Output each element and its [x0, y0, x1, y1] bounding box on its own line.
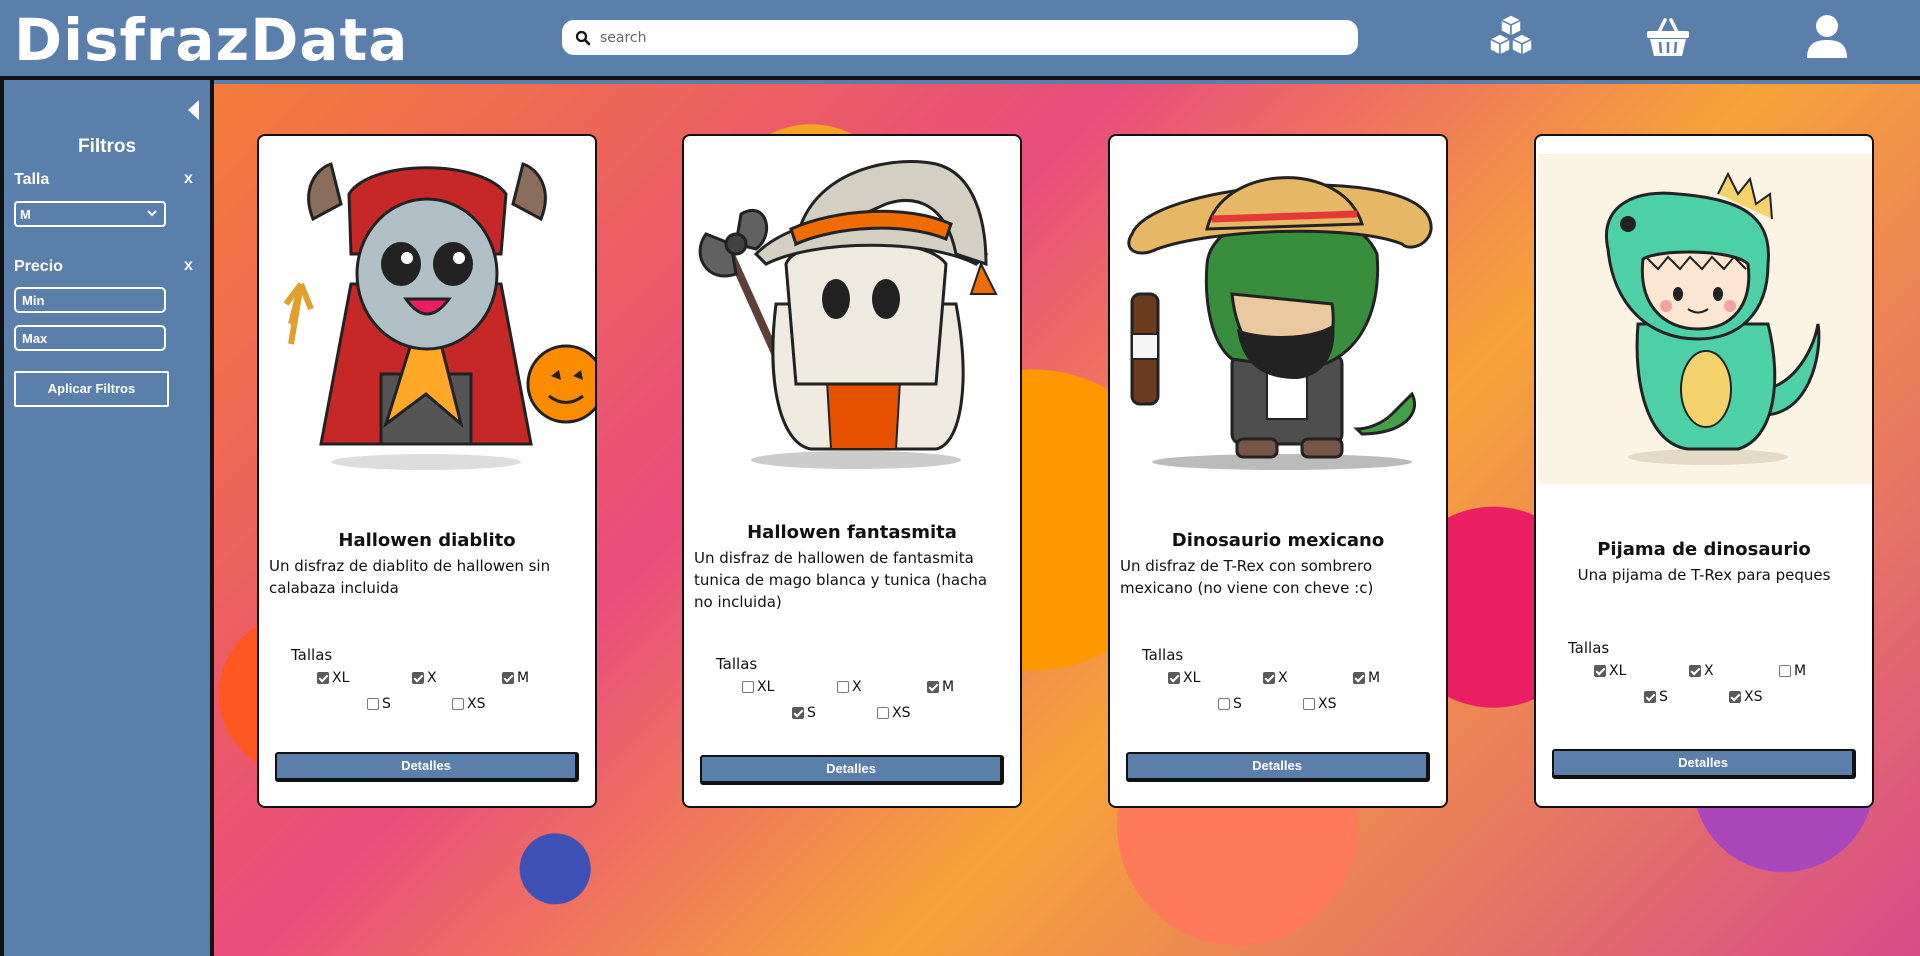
precio-clear-button[interactable]: x — [184, 257, 193, 275]
product-card: Hallowen diablito Un disfraz de diablito… — [257, 134, 597, 808]
price-min-input[interactable] — [14, 287, 166, 313]
product-title: Dinosaurio mexicano — [1171, 530, 1385, 551]
size-checkbox-m[interactable]: M — [1353, 670, 1380, 686]
size-checkbox-m[interactable]: M — [502, 670, 529, 686]
mexican-dinosaur-costume-image[interactable] — [1112, 144, 1446, 474]
size-checkbox-xl[interactable]: XL — [317, 670, 349, 686]
product-description: Una pijama de T-Rex para peques — [1577, 566, 1831, 584]
size-checkbox-xl[interactable]: XL — [1168, 670, 1200, 686]
collapse-sidebar-icon[interactable] — [188, 100, 199, 120]
details-button[interactable]: Detalles — [275, 752, 579, 782]
cubes-icon[interactable] — [1486, 12, 1536, 62]
talla-label: Talla — [14, 171, 50, 188]
size-checkbox-xl[interactable]: XL — [742, 679, 774, 695]
user-icon[interactable] — [1802, 12, 1852, 62]
precio-label: Precio — [14, 258, 63, 275]
size-checkbox-x[interactable]: X — [1689, 663, 1714, 679]
search-icon — [575, 30, 591, 46]
product-card: Pijama de dinosaurio Una pijama de T-Rex… — [1534, 134, 1874, 808]
basket-icon[interactable] — [1643, 12, 1693, 62]
details-button[interactable]: Detalles — [700, 755, 1004, 785]
size-checkbox-s[interactable]: S — [1218, 696, 1242, 712]
talla-clear-button[interactable]: x — [184, 170, 193, 188]
devil-costume-image[interactable] — [261, 144, 595, 474]
talla-select-value: M — [20, 207, 31, 222]
size-checkbox-xs[interactable]: XS — [452, 696, 485, 712]
product-card: Dinosaurio mexicano Un disfraz de T-Rex … — [1108, 134, 1448, 808]
product-card: Hallowen fantasmita Un disfraz de hallow… — [682, 134, 1022, 808]
ghost-costume-image[interactable] — [686, 144, 1020, 474]
size-checkbox-xl[interactable]: XL — [1594, 663, 1626, 679]
size-checkbox-x[interactable]: X — [412, 670, 437, 686]
size-checkbox-s[interactable]: S — [792, 705, 816, 721]
size-checkbox-x[interactable]: X — [837, 679, 862, 695]
top-header: DisfrazData — [0, 0, 1920, 80]
sizes-label: Tallas — [291, 646, 333, 664]
filter-sidebar: Filtros Talla x M Precio x Aplicar Filtr… — [0, 80, 214, 956]
product-grid: Hallowen diablito Un disfraz de diablito… — [214, 84, 1920, 956]
sizes-label: Tallas — [1568, 639, 1610, 657]
dinosaur-pajama-image[interactable] — [1538, 154, 1872, 484]
size-checkbox-s[interactable]: S — [1644, 689, 1668, 705]
product-description: Un disfraz de hallowen de fantasmita tun… — [694, 549, 988, 611]
product-description: Un disfraz de diablito de hallowen sin c… — [269, 557, 551, 597]
size-checkbox-xs[interactable]: XS — [1303, 696, 1336, 712]
details-button[interactable]: Detalles — [1552, 749, 1856, 779]
price-max-input[interactable] — [14, 325, 166, 351]
talla-select[interactable]: M — [14, 201, 166, 227]
details-button[interactable]: Detalles — [1126, 752, 1430, 782]
size-checkbox-m[interactable]: M — [1779, 663, 1806, 679]
sizes-label: Tallas — [1142, 646, 1184, 664]
apply-filters-button[interactable]: Aplicar Filtros — [14, 371, 169, 407]
search-bar[interactable] — [562, 20, 1358, 55]
site-logo[interactable]: DisfrazData — [14, 6, 408, 74]
size-checkbox-s[interactable]: S — [367, 696, 391, 712]
product-title: Pijama de dinosaurio — [1597, 539, 1811, 560]
size-checkbox-x[interactable]: X — [1263, 670, 1288, 686]
size-checkbox-m[interactable]: M — [927, 679, 954, 695]
sizes-label: Tallas — [716, 655, 758, 673]
product-title: Hallowen fantasmita — [747, 522, 957, 543]
product-title: Hallowen diablito — [338, 530, 516, 551]
filters-title: Filtros — [77, 136, 137, 157]
size-checkbox-xs[interactable]: XS — [877, 705, 910, 721]
search-input[interactable] — [600, 24, 1340, 51]
product-description: Un disfraz de T-Rex con sombrero mexican… — [1120, 557, 1374, 597]
size-checkbox-xs[interactable]: XS — [1729, 689, 1762, 705]
chevron-down-icon — [147, 210, 157, 217]
